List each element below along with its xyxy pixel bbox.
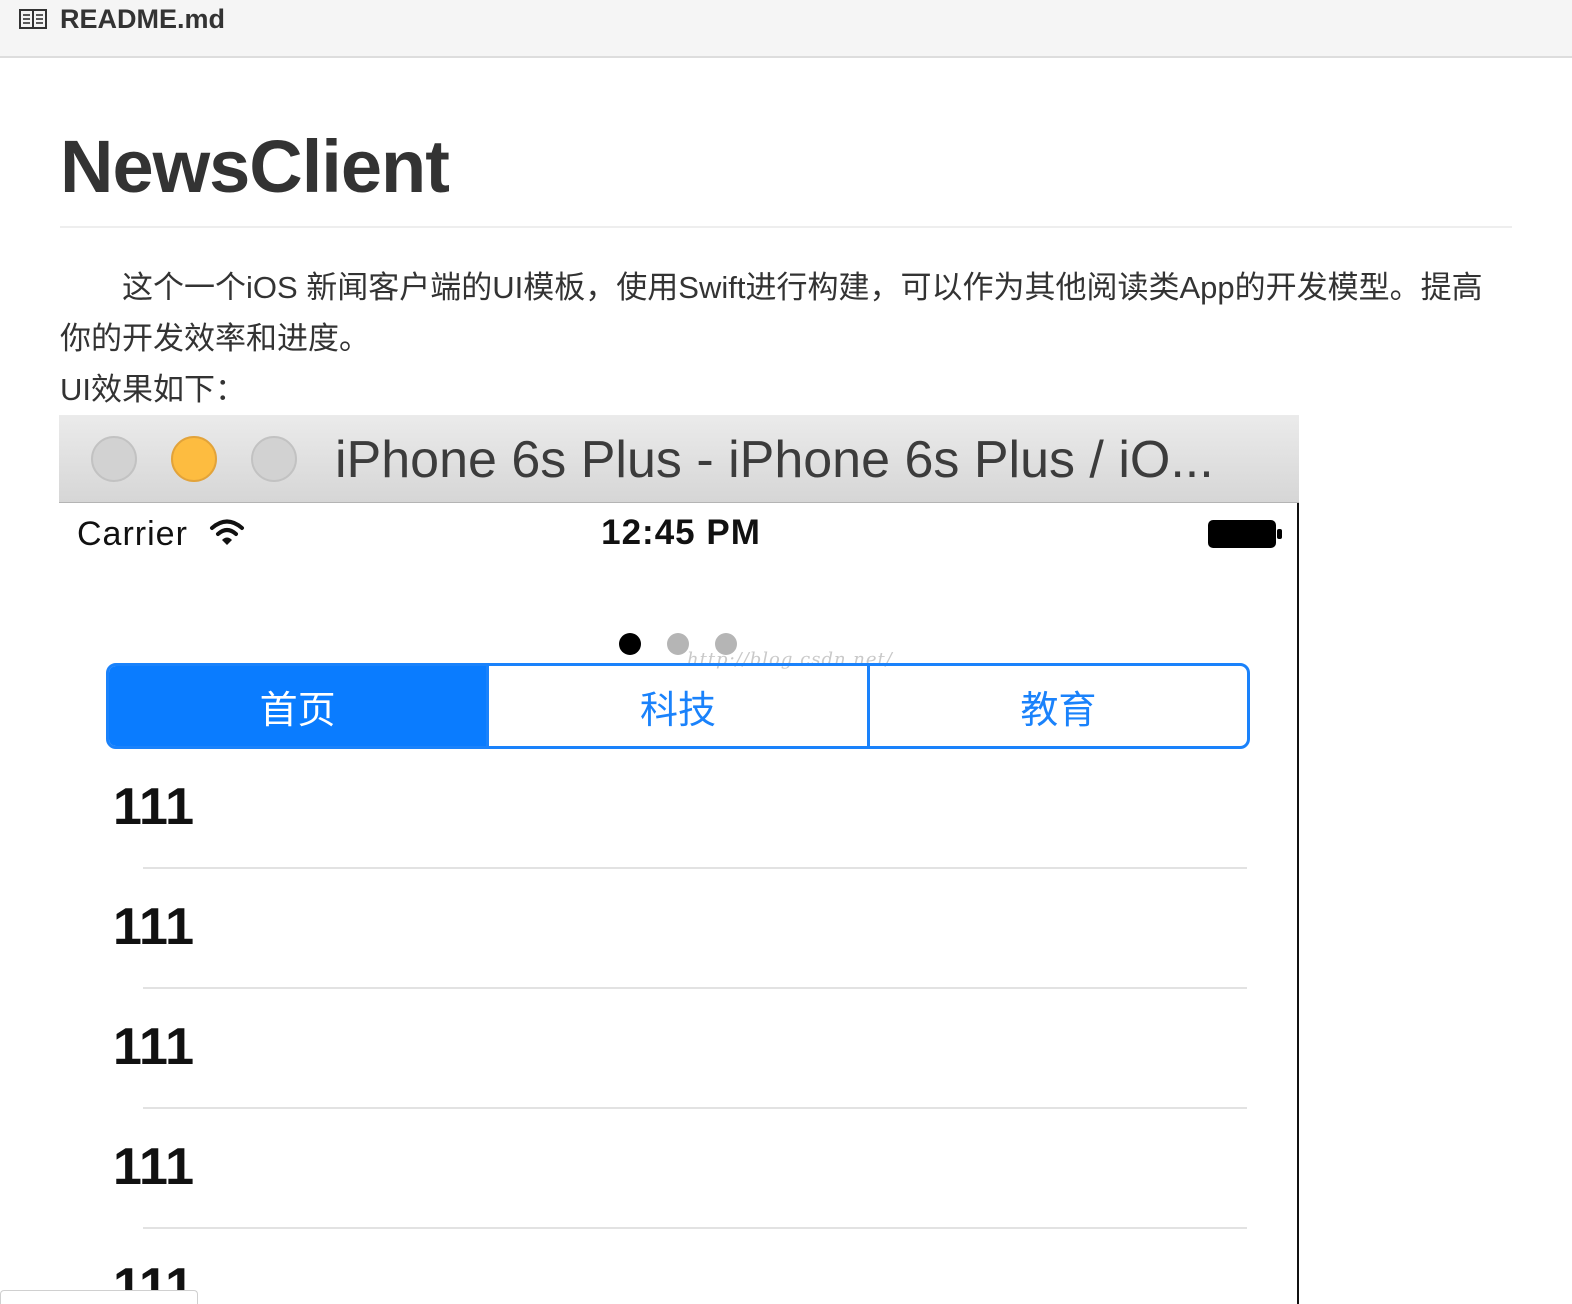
list-item[interactable]: 111 [59,1229,1297,1304]
book-icon [19,9,47,29]
scrollbar-stub[interactable] [0,1290,198,1304]
simulator-titlebar: iPhone 6s Plus - iPhone 6s Plus / iO... [59,415,1299,503]
close-window-button[interactable] [91,436,137,482]
page-title: NewsClient [60,125,450,208]
simulator-screenshot: iPhone 6s Plus - iPhone 6s Plus / iO... … [59,415,1299,1304]
category-segmented-control[interactable]: 首页 科技 教育 [106,663,1250,749]
list-item[interactable]: 111 [59,1109,1297,1229]
description-paragraph: 这个一个iOS 新闻客户端的UI模板，使用Swift进行构建，可以作为其他阅读类… [60,270,1483,356]
status-bar: Carrier 12:45 PM [59,503,1297,565]
page-dot[interactable] [667,633,689,655]
list-item-title: 111 [113,1138,195,1196]
phone-screen: Carrier 12:45 PM http://blog.csdn.net/ 首… [59,503,1299,1304]
news-list: 111 111 111 111 111 [59,749,1297,1304]
file-header: README.md [0,0,1572,58]
list-item-title: 111 [113,1018,195,1076]
status-time: 12:45 PM [601,513,761,552]
zoom-window-button[interactable] [251,436,297,482]
list-item[interactable]: 111 [59,989,1297,1109]
ui-effect-caption: UI效果如下： [60,372,246,407]
segment-home[interactable]: 首页 [109,666,487,746]
list-item-title: 111 [113,778,195,836]
battery-icon [1208,520,1282,548]
minimize-window-button[interactable] [171,436,217,482]
file-name[interactable]: README.md [60,2,225,36]
page-dot-active[interactable] [619,633,641,655]
simulator-window-title: iPhone 6s Plus - iPhone 6s Plus / iO... [335,431,1214,489]
title-divider [60,226,1512,228]
list-item[interactable]: 111 [59,749,1297,869]
list-item[interactable]: 111 [59,869,1297,989]
segment-tech[interactable]: 科技 [486,666,866,746]
segment-education[interactable]: 教育 [866,666,1247,746]
list-item-title: 111 [113,898,195,956]
